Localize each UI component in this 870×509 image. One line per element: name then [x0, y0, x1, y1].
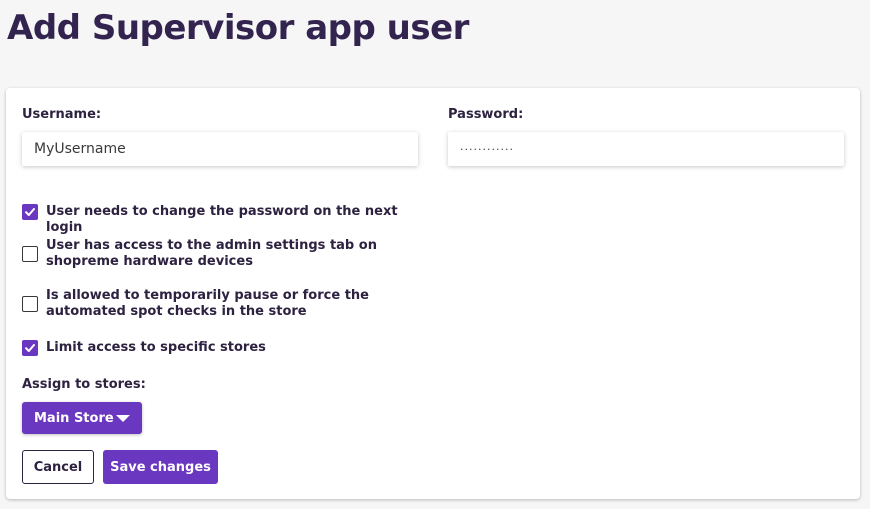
admin-settings-label: User has access to the admin settings ta… — [46, 238, 377, 269]
username-input[interactable] — [22, 132, 418, 166]
caret-down-icon — [116, 414, 130, 422]
assign-stores-label: Assign to stores: — [22, 377, 146, 392]
cancel-button[interactable]: Cancel — [22, 450, 94, 484]
checkbox-row-spot-checks[interactable]: Is allowed to temporarily pause or force… — [22, 288, 406, 320]
checkmark-icon — [25, 208, 35, 216]
user-form-card: Username: Password: User needs to change… — [6, 88, 860, 499]
password-label: Password: — [448, 107, 524, 122]
limit-stores-checkbox[interactable] — [22, 340, 38, 356]
page-title: Add Supervisor app user — [7, 8, 469, 48]
username-label: Username: — [22, 107, 102, 122]
checkbox-row-limit-stores[interactable]: Limit access to specific stores — [22, 340, 406, 356]
limit-stores-label: Limit access to specific stores — [46, 340, 266, 355]
checkmark-icon — [25, 344, 35, 352]
checkbox-row-change-password[interactable]: User needs to change the password on the… — [22, 204, 406, 236]
password-input[interactable] — [448, 132, 844, 166]
admin-settings-checkbox[interactable] — [22, 246, 38, 262]
spot-checks-label: Is allowed to temporarily pause or force… — [46, 288, 369, 319]
store-select-value: Main Store — [34, 410, 114, 426]
store-select-dropdown[interactable]: Main Store — [22, 402, 142, 434]
change-password-checkbox[interactable] — [22, 204, 38, 220]
save-changes-button[interactable]: Save changes — [103, 450, 218, 484]
checkbox-row-admin-settings[interactable]: User has access to the admin settings ta… — [22, 238, 406, 270]
spot-checks-checkbox[interactable] — [22, 296, 38, 312]
change-password-label: User needs to change the password on the… — [46, 204, 398, 235]
